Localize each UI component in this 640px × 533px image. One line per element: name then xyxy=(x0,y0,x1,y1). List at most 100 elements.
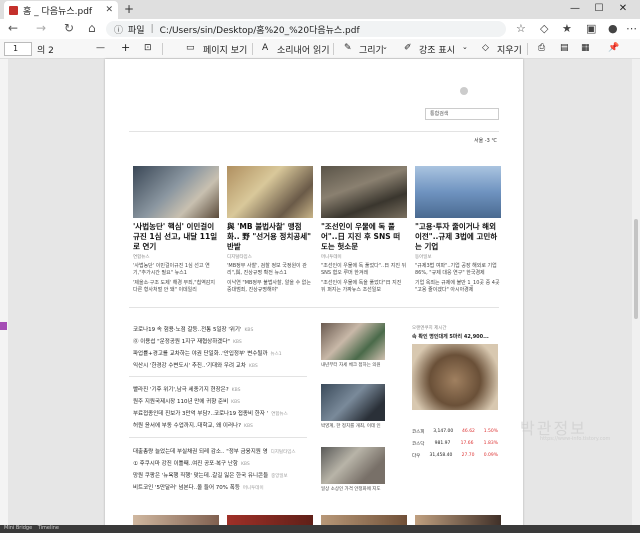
save-as-icon[interactable]: ▦ xyxy=(581,43,590,53)
eraser-icon[interactable]: ◇ xyxy=(482,43,489,53)
news-link[interactable]: 망원 쿠팡은 '뉴욕행 직행' 맞는데..갈길 잃은 한국 유니콘들 중앙일보 xyxy=(133,471,288,479)
news-link-text[interactable]: 빨라진 '기후 위기',남극 세종기지 현장은? xyxy=(133,387,229,393)
ad-label: 오랜엔쿠치 제시간 xyxy=(412,326,447,331)
news-link[interactable]: 빨라진 '기후 위기',남극 세종기지 현장은? KBS xyxy=(133,385,240,393)
news-link[interactable]: 비트코인 '5만달러' 넘본다..올 들어 70% 폭등 머니투데이 xyxy=(133,483,264,491)
url-field[interactable]: ⓘ 파일 | C:/Users/sin/Desktop/홈%20_%20다음뉴스… xyxy=(106,21,506,37)
headline-sub[interactable]: 'MB정부 사찰', 검찰 정보 국정원이 관리",與, 진상규명 확전 뉴스1 xyxy=(227,263,313,277)
thumbnail-caption[interactable]: 박영계, 한 정치를 개최, 이데 인 xyxy=(321,423,381,429)
news-thumbnail[interactable] xyxy=(321,447,385,484)
news-link[interactable]: 파업률+경고를 교차하는 야권 단일화..'안입정부' 변수될까 뉴스1 xyxy=(133,349,282,357)
collections-icon[interactable]: ▣ xyxy=(586,22,596,35)
headline-card[interactable]: "조선인이 우물에 독 풀어"..日 지진 후 SNS 떠도는 헛소문 머니투데… xyxy=(321,166,407,294)
news-link[interactable]: 익산시 '한경강 수변도시' 추진..'기대와 우려 교차 KBS xyxy=(133,361,258,369)
news-link-source: KBS xyxy=(232,340,242,345)
read-aloud-icon[interactable]: A xyxy=(262,43,268,53)
headline-sub[interactable]: 기업 옥죄는 규제에 불만 1_10곳 중 4곳 "고용 줄이겠다" 아시아경제 xyxy=(415,280,501,294)
headline-sub[interactable]: "조선인이 우물에 독을 풀었다"日 지진 뒤 퍼지는 가짜뉴스 조선일보 xyxy=(321,280,407,294)
highlight-button[interactable]: 강조 표시 xyxy=(419,43,455,56)
draw-icon[interactable]: ✎ xyxy=(344,43,352,53)
tab-pdf[interactable]: 홈 _ 다음뉴스.pdf ✕ xyxy=(4,1,118,19)
stock-row[interactable]: 다우 31,458.40 27.70 0.09% xyxy=(412,453,498,459)
news-link[interactable]: 허원 윤서에 부동 수업까지..대학교, 왜 이러나? KBS xyxy=(133,421,253,429)
pin-icon[interactable]: 📌 xyxy=(608,43,619,53)
save-icon[interactable]: ▤ xyxy=(560,43,569,53)
zoom-in-button[interactable]: + xyxy=(121,41,130,54)
news-link[interactable]: 코로나19 속 험용·노점 갈등..전통 5일장 '위기' KBS xyxy=(133,325,253,333)
news-link[interactable]: ① 후쿠시마 강진 이틀째..여진 공포·복구 난항 KBS xyxy=(133,459,250,467)
headline-card[interactable]: 與 'MB 불법사찰' 맹점화.. 野 "선거용 정치공세" 반발 디지털타임스… xyxy=(227,166,313,294)
favorite-add-icon[interactable]: ☆ xyxy=(516,22,526,35)
news-link-text[interactable]: 망원 쿠팡은 '뉴욕행 직행' 맞는데..갈길 잃은 한국 유니콘들 xyxy=(133,473,268,479)
read-aloud-button[interactable]: 소리내어 읽기 xyxy=(277,43,330,56)
news-link-text[interactable]: 코로나19 속 험용·노점 갈등..전통 5일장 '위기' xyxy=(133,327,241,333)
stock-diff: 27.70 xyxy=(461,453,475,458)
news-link[interactable]: 원주 지원국제시장 110년 만에 귀향 준비 KBS xyxy=(133,397,240,405)
minimize-button[interactable]: — xyxy=(566,1,584,17)
draw-dropdown-icon[interactable]: ⌄ xyxy=(382,43,388,51)
headline-title[interactable]: "조선인이 우물에 독 풀어"..日 지진 후 SNS 떠도는 헛소문 xyxy=(321,222,407,252)
headline-title[interactable]: '사법농단' 핵심' 이민걸이규진 1심 선고, 내달 11일로 연기 xyxy=(133,222,219,252)
news-link-text[interactable]: 원주 지원국제시장 110년 만에 귀향 준비 xyxy=(133,399,228,405)
headline-card[interactable]: "고용·투자 줄이거나 해외 이전"..규제 3법에 고민하는 기업 동아일보 … xyxy=(415,166,501,294)
more-icon[interactable]: ⋯ xyxy=(626,22,637,35)
print-icon[interactable]: ⎙ xyxy=(538,43,545,53)
news-link-source: KBS xyxy=(248,364,258,369)
search-input[interactable]: 통합검색 xyxy=(425,108,499,120)
rotate-icon[interactable]: ⊡ xyxy=(144,43,152,53)
back-icon[interactable]: ← xyxy=(8,21,18,35)
fit-page-icon[interactable]: ▭ xyxy=(186,43,195,53)
highlight-dropdown-icon[interactable]: ⌄ xyxy=(462,43,468,51)
close-tab-icon[interactable]: ✕ xyxy=(105,5,113,15)
forward-icon[interactable]: → xyxy=(36,21,46,35)
tab-bar: 홈 _ 다음뉴스.pdf ✕ + — ☐ ✕ xyxy=(0,0,640,19)
stock-row[interactable]: 코스피 3,147.00 46.62 1.50% xyxy=(412,429,498,435)
zoom-out-button[interactable]: — xyxy=(96,43,105,53)
news-link-text[interactable]: 허원 윤서에 부동 수업까지..대학교, 왜 이러나? xyxy=(133,423,241,429)
thumbnail-caption[interactable]: 일상 소상인 가격 안정화에 지도 xyxy=(321,486,381,492)
headline-sub[interactable]: "조선인이 우물에 독 풀었다"..日 지진 뒤 SNS 혐오 루머 한겨레 xyxy=(321,263,407,277)
extension-icon[interactable]: ◇ xyxy=(540,22,548,35)
news-thumbnail[interactable] xyxy=(321,323,385,360)
mini-bridge-tab[interactable]: Mini Bridge xyxy=(4,525,32,531)
news-link-text[interactable]: 익산시 '한경강 수변도시' 추진..'기대와 우려 교차 xyxy=(133,363,246,369)
profile-icon[interactable]: ● xyxy=(608,22,618,35)
scrollbar-thumb[interactable] xyxy=(634,219,638,319)
news-link-text[interactable]: ① 후쿠시마 강진 이틀째..여진 공포·복구 난항 xyxy=(133,461,238,467)
ad-box[interactable]: 오랜엔쿠치 제시간 속 확인 명인대게 5마리 42,900... xyxy=(412,325,498,417)
news-link-text[interactable]: ⓪ 이용섭 "운정공원 1지구 재협상하겠다" xyxy=(133,339,230,345)
ad-image[interactable] xyxy=(412,344,498,410)
news-link-text[interactable]: 대출총량 늘었는데 부실채권 되레 감소.. "정부 금융지원 영 xyxy=(133,449,268,455)
draw-button[interactable]: 그리기 xyxy=(359,43,384,56)
refresh-icon[interactable]: ↻ xyxy=(64,21,74,35)
news-link-text[interactable]: 파업률+경고를 교차하는 야권 단일화..'안입정부' 변수될까 xyxy=(133,351,268,357)
news-link[interactable]: ⓪ 이용섭 "운정공원 1지구 재협상하겠다" KBS xyxy=(133,337,242,345)
fit-page-button[interactable]: 페이지 보기 xyxy=(203,43,247,56)
ad-title[interactable]: 속 확인 명인대게 5마리 42,900... xyxy=(412,333,498,340)
maximize-button[interactable]: ☐ xyxy=(590,1,608,17)
news-thumbnail[interactable] xyxy=(321,384,385,421)
news-link[interactable]: 대출총량 늘었는데 부실채권 되레 감소.. "정부 금융지원 영 디지털타임스 xyxy=(133,447,296,455)
headline-sub[interactable]: "규제3법 여파"..기업 공장 해외로 기업 86%, "규제 대응 연구" … xyxy=(415,263,501,277)
headline-title[interactable]: "고용·투자 줄이거나 해외 이전"..규제 3법에 고민하는 기업 xyxy=(415,222,501,252)
news-link[interactable]: 부료접종인데 진보가 3만억 부담?..코로나19 접종비 한자 ' 연합뉴스 xyxy=(133,409,288,417)
erase-button[interactable]: 지우기 xyxy=(497,43,522,56)
new-tab-button[interactable]: + xyxy=(124,2,134,16)
headline-sub[interactable]: 이낙연 "MB정부 불법사찰, 알을 수 없는 중대범죄, 진상규명해야" xyxy=(227,280,313,294)
news-photo xyxy=(321,166,407,218)
news-link-text[interactable]: 비트코인 '5만달러' 넘본다..올 들어 70% 폭등 xyxy=(133,485,240,491)
thumbnail-caption[interactable]: 내년부터 자세 체크 접하는 의원 xyxy=(321,362,381,368)
scrollbar[interactable] xyxy=(632,59,640,533)
timeline-tab[interactable]: Timeline xyxy=(38,525,59,531)
highlight-icon[interactable]: ✐ xyxy=(404,43,412,53)
home-icon[interactable]: ⌂ xyxy=(88,21,96,35)
favorites-icon[interactable]: ★ xyxy=(562,22,572,35)
close-window-button[interactable]: ✕ xyxy=(614,1,632,17)
headline-sub[interactable]: '사법농단' 이민걸이규진 1심 선고 연기,"추가시간 필요" 뉴스1 xyxy=(133,263,219,277)
page-number-input[interactable]: 1 xyxy=(4,42,32,56)
stock-row[interactable]: 코스닥 981.97 17.66 1.83% xyxy=(412,441,498,447)
headline-title[interactable]: 與 'MB 불법사찰' 맹점화.. 野 "선거용 정치공세" 반발 xyxy=(227,222,313,252)
headline-sub[interactable]: '제을소·구조 도제' 해경 무죄,"칩역감지 다른 형사처벌 안 돼" 이데일… xyxy=(133,280,219,294)
news-link-text[interactable]: 부료접종인데 진보가 3만억 부담?..코로나19 접종비 한자 ' xyxy=(133,411,268,417)
headline-card[interactable]: '사법농단' 핵심' 이민걸이규진 1심 선고, 내달 11일로 연기 연합뉴스… xyxy=(133,166,219,294)
